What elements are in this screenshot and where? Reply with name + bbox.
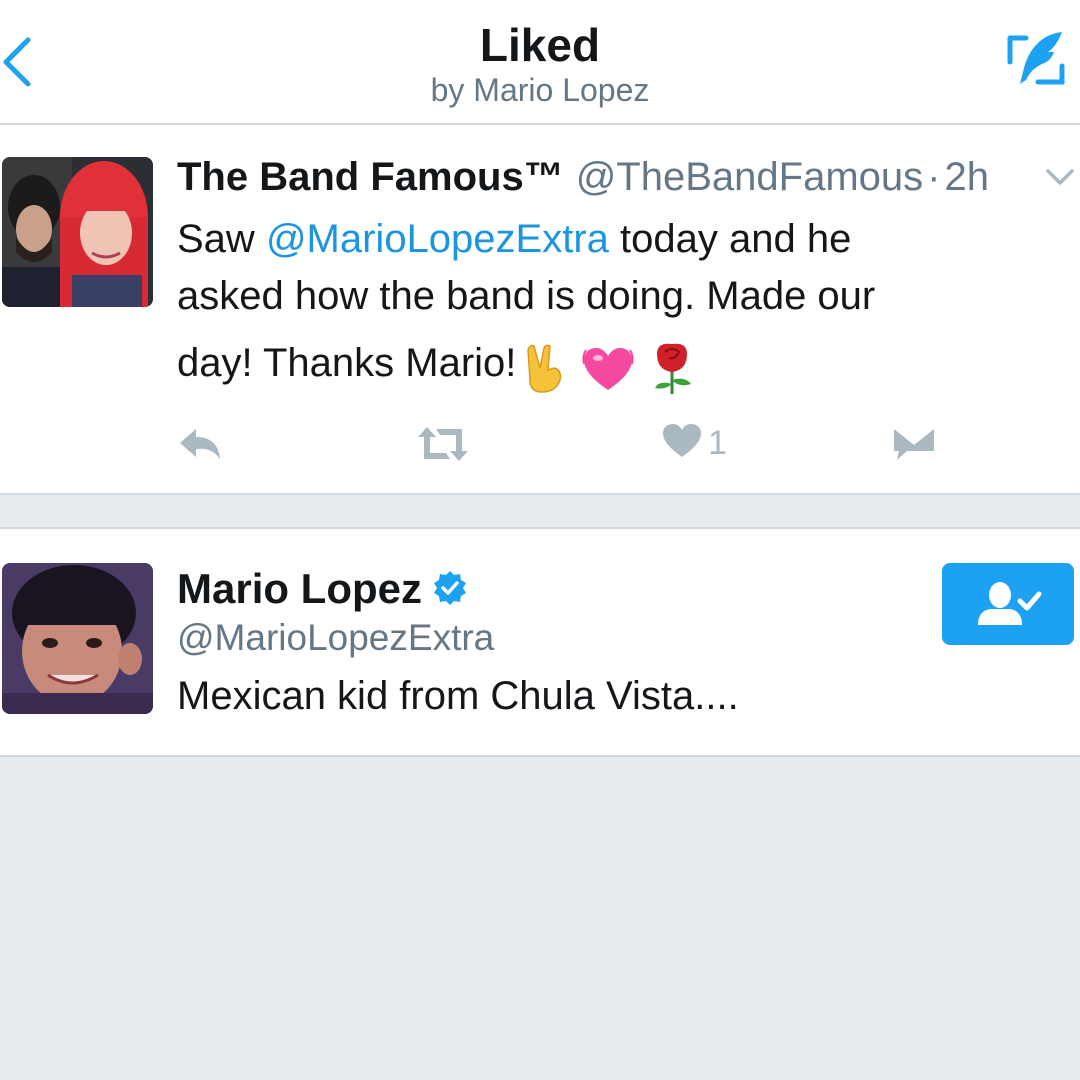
tweet-options-button[interactable] xyxy=(1044,165,1076,189)
tweet-text-segment: today and he xyxy=(608,217,852,261)
page-title: Liked xyxy=(479,19,601,71)
verified-badge-icon xyxy=(434,570,467,605)
compose-tweet-icon xyxy=(1007,32,1065,85)
reply-icon xyxy=(180,429,220,459)
tweet-timestamp: 2h xyxy=(944,155,989,199)
user-following-icon xyxy=(978,582,1042,625)
like-button[interactable] xyxy=(662,423,702,459)
separator-dot: · xyxy=(927,155,941,199)
author-handle[interactable]: @TheBandFamous xyxy=(576,155,923,199)
author-name[interactable]: The Band Famous™ xyxy=(177,155,564,199)
emoji-group xyxy=(522,327,696,403)
user-name-row: Mario Lopez xyxy=(177,565,468,613)
envelope-icon xyxy=(894,429,934,460)
tweet-text-line: asked how the band is doing. Made our xyxy=(177,274,876,318)
tweet-text-line: day! Thanks Mario! xyxy=(177,341,517,385)
tweet-card[interactable]: The Band Famous™ @TheBandFamous · 2h Saw @M… xyxy=(0,125,1080,495)
page-subtitle: by Mario Lopez xyxy=(430,72,650,108)
victory-hand-emoji-icon xyxy=(527,344,562,393)
following-button[interactable] xyxy=(942,563,1074,645)
chevron-down-icon xyxy=(1046,169,1074,185)
user-bio: Mexican kid from Chula Vista.... xyxy=(177,674,739,718)
direct-message-button[interactable] xyxy=(893,427,935,461)
author-avatar[interactable] xyxy=(2,157,153,307)
mention-link[interactable]: @MarioLopezExtra xyxy=(266,217,609,261)
beating-heart-emoji-icon xyxy=(581,347,634,390)
compose-button[interactable] xyxy=(1004,28,1068,92)
user-handle[interactable]: @MarioLopezExtra xyxy=(177,617,494,659)
user-avatar[interactable] xyxy=(2,563,153,714)
user-name[interactable]: Mario Lopez xyxy=(177,565,422,612)
tweet-header: The Band Famous™ @TheBandFamous · 2h xyxy=(177,155,989,200)
heart-icon xyxy=(663,424,701,457)
user-card[interactable]: Mario Lopez @MarioLopezExtra Mexican kid… xyxy=(0,527,1080,757)
tweet-text: Saw @MarioLopezExtra today and he asked … xyxy=(177,211,1057,403)
rose-emoji-icon xyxy=(654,343,691,394)
like-count: 1 xyxy=(708,424,727,462)
retweet-button[interactable] xyxy=(416,425,470,463)
tweet-text-segment: Saw xyxy=(177,217,266,261)
retweet-icon xyxy=(418,427,468,461)
reply-button[interactable] xyxy=(178,427,222,461)
navigation-bar: Liked by Mario Lopez xyxy=(0,0,1080,125)
